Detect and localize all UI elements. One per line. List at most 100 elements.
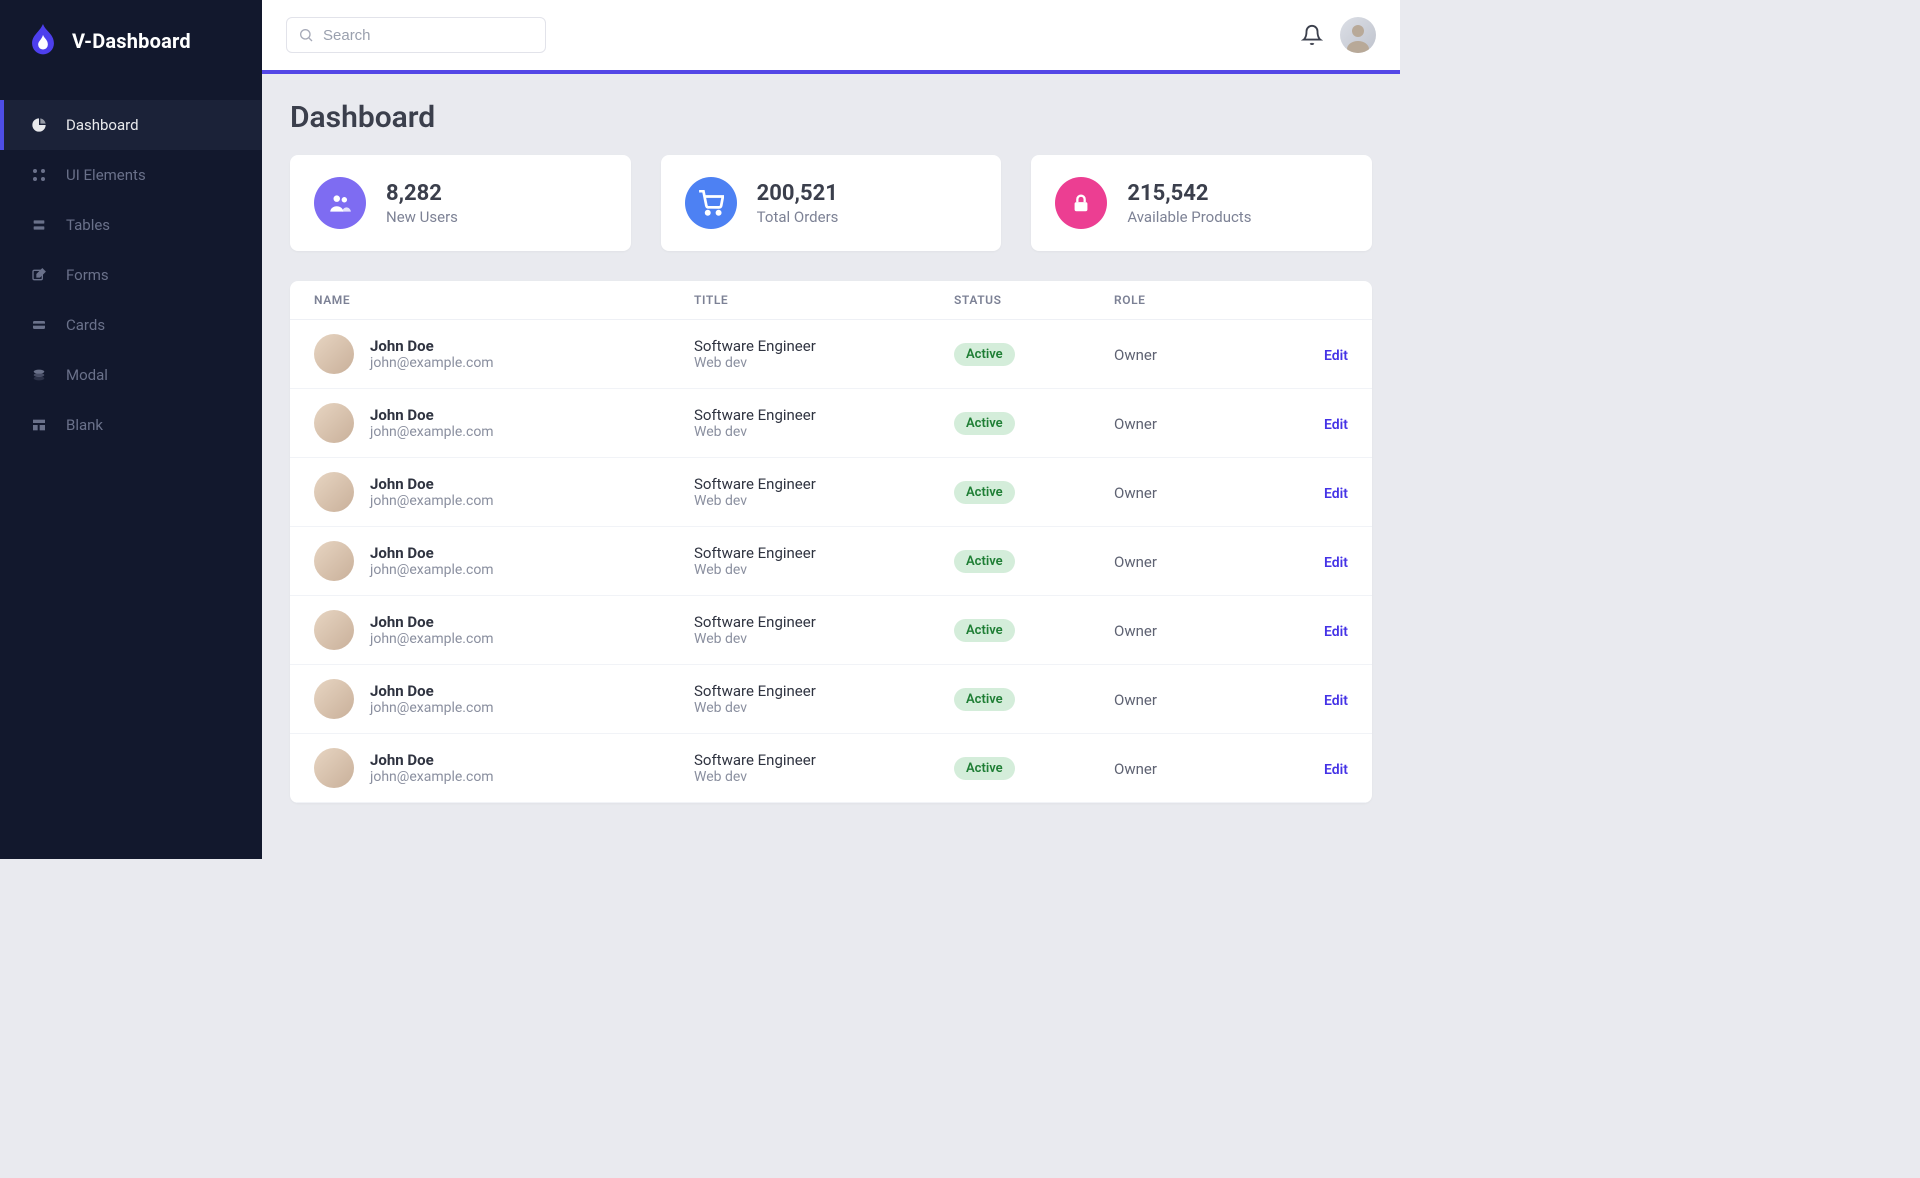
status-badge: Active bbox=[954, 412, 1015, 435]
row-title: Software Engineer bbox=[694, 337, 954, 355]
search-icon bbox=[298, 27, 314, 43]
stat-label: New Users bbox=[386, 208, 458, 226]
row-avatar bbox=[314, 334, 354, 374]
row-role: Owner bbox=[1114, 622, 1157, 640]
sidebar-item-label: Dashboard bbox=[66, 116, 139, 134]
row-avatar bbox=[314, 610, 354, 650]
stats-cards: 8,282New Users 200,521Total Orders 215,542… bbox=[290, 155, 1372, 251]
row-user-email: john@example.com bbox=[370, 769, 494, 785]
users-table: NAME TITLE STATUS ROLE John Doejohn@exam… bbox=[290, 281, 1372, 803]
table-header: NAME TITLE STATUS ROLE bbox=[290, 281, 1372, 320]
th-status: STATUS bbox=[954, 293, 1114, 307]
stat-card-new-users: 8,282New Users bbox=[290, 155, 631, 251]
header bbox=[262, 0, 1400, 74]
row-avatar bbox=[314, 748, 354, 788]
table-row: John Doejohn@example.com Software Enginee… bbox=[290, 734, 1372, 803]
table-row: John Doejohn@example.com Software Enginee… bbox=[290, 389, 1372, 458]
grid-dots-icon bbox=[30, 166, 48, 184]
credit-card-icon bbox=[30, 316, 48, 334]
row-subtitle: Web dev bbox=[694, 355, 954, 371]
row-subtitle: Web dev bbox=[694, 631, 954, 647]
status-badge: Active bbox=[954, 688, 1015, 711]
row-subtitle: Web dev bbox=[694, 424, 954, 440]
table-row: John Doejohn@example.comSoftware Enginee… bbox=[290, 458, 1372, 527]
row-title: Software Engineer bbox=[694, 751, 954, 769]
sidebar-item-tables[interactable]: Tables bbox=[0, 200, 262, 250]
edit-link[interactable]: Edit bbox=[1324, 624, 1348, 640]
row-user-email: john@example.com bbox=[370, 631, 494, 647]
sidebar-item-label: Blank bbox=[66, 416, 103, 434]
row-user-email: john@example.com bbox=[370, 562, 494, 578]
status-badge: Active bbox=[954, 619, 1015, 642]
row-title: Software Engineer bbox=[694, 475, 954, 493]
row-subtitle: Web dev bbox=[694, 700, 954, 716]
edit-link[interactable]: Edit bbox=[1324, 762, 1348, 778]
sidebar-nav: Dashboard UI Elements Tables Forms Cards Moda… bbox=[0, 100, 262, 450]
row-user-name: John Doe bbox=[370, 406, 494, 424]
row-role: Owner bbox=[1114, 760, 1157, 778]
status-badge: Active bbox=[954, 343, 1015, 366]
sidebar-item-dashboard[interactable]: Dashboard bbox=[0, 100, 262, 150]
th-title: TITLE bbox=[694, 293, 954, 307]
sidebar-item-label: Cards bbox=[66, 316, 105, 334]
edit-link[interactable]: Edit bbox=[1324, 486, 1348, 502]
row-title: Software Engineer bbox=[694, 544, 954, 562]
sidebar-item-cards[interactable]: Cards bbox=[0, 300, 262, 350]
row-user-email: john@example.com bbox=[370, 493, 494, 509]
edit-link[interactable]: Edit bbox=[1324, 417, 1348, 433]
table-row: John Doejohn@example.com Software Enginee… bbox=[290, 320, 1372, 389]
sidebar-item-forms[interactable]: Forms bbox=[0, 250, 262, 300]
user-avatar[interactable] bbox=[1340, 17, 1376, 53]
row-subtitle: Web dev bbox=[694, 562, 954, 578]
status-badge: Active bbox=[954, 481, 1015, 504]
th-role: ROLE bbox=[1114, 293, 1284, 307]
edit-link[interactable]: Edit bbox=[1324, 693, 1348, 709]
row-user-name: John Doe bbox=[370, 613, 494, 631]
row-title: Software Engineer bbox=[694, 406, 954, 424]
layers-icon bbox=[30, 366, 48, 384]
search-wrap bbox=[286, 17, 546, 53]
stat-card-total-orders: 200,521Total Orders bbox=[661, 155, 1002, 251]
row-role: Owner bbox=[1114, 415, 1157, 433]
row-subtitle: Web dev bbox=[694, 493, 954, 509]
brand-name: V-Dashboard bbox=[72, 29, 191, 53]
sidebar-item-ui-elements[interactable]: UI Elements bbox=[0, 150, 262, 200]
stat-label: Available Products bbox=[1127, 208, 1251, 226]
shopping-cart-icon bbox=[685, 177, 737, 229]
sidebar-item-blank[interactable]: Blank bbox=[0, 400, 262, 450]
bell-icon[interactable] bbox=[1300, 23, 1324, 47]
row-user-email: john@example.com bbox=[370, 355, 494, 371]
sidebar-item-label: Forms bbox=[66, 266, 109, 284]
stat-value: 200,521 bbox=[757, 181, 839, 206]
edit-link[interactable]: Edit bbox=[1324, 348, 1348, 364]
row-subtitle: Web dev bbox=[694, 769, 954, 785]
stat-value: 215,542 bbox=[1127, 181, 1251, 206]
row-title: Software Engineer bbox=[694, 682, 954, 700]
flame-icon bbox=[26, 24, 60, 58]
table-body: John Doejohn@example.comSoftware Enginee… bbox=[290, 320, 1372, 803]
table-row: John Doejohn@example.com Software Enginee… bbox=[290, 527, 1372, 596]
sidebar-item-label: UI Elements bbox=[66, 166, 146, 184]
stat-card-available-products: 215,542 Available Products bbox=[1031, 155, 1372, 251]
row-user-name: John Doe bbox=[370, 682, 494, 700]
table-row: John Doejohn@example.com Software Enginee… bbox=[290, 665, 1372, 734]
sidebar-item-label: Modal bbox=[66, 366, 108, 384]
row-user-name: John Doe bbox=[370, 544, 494, 562]
table-row: John Doejohn@example.com Software Enginee… bbox=[290, 596, 1372, 665]
pie-chart-icon bbox=[30, 116, 48, 134]
status-badge: Active bbox=[954, 550, 1015, 573]
layout-icon bbox=[30, 416, 48, 434]
row-role: Owner bbox=[1114, 553, 1157, 571]
row-role: Owner bbox=[1114, 484, 1157, 502]
row-user-email: john@example.com bbox=[370, 424, 494, 440]
search-input[interactable] bbox=[286, 17, 546, 53]
status-badge: Active bbox=[954, 757, 1015, 780]
sidebar: V-Dashboard Dashboard UI Elements Tables Fo… bbox=[0, 0, 262, 859]
edit-link[interactable]: Edit bbox=[1324, 555, 1348, 571]
row-title: Software Engineer bbox=[694, 613, 954, 631]
stack-icon bbox=[30, 216, 48, 234]
row-user-email: john@example.com bbox=[370, 700, 494, 716]
row-user-name: John Doe bbox=[370, 751, 494, 769]
row-user-name: John Doe bbox=[370, 337, 494, 355]
sidebar-item-modal[interactable]: Modal bbox=[0, 350, 262, 400]
